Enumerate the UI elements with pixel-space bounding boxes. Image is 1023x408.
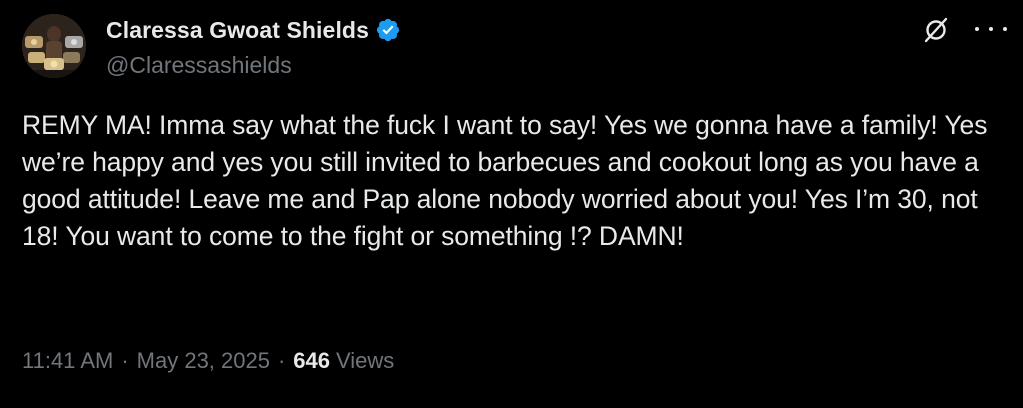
display-name[interactable]: Claressa Gwoat Shields (106, 15, 369, 45)
separator: · (121, 348, 129, 373)
more-dot-icon (1003, 27, 1007, 31)
separator: · (277, 348, 286, 373)
tweet-metadata: 11:41 AM · May 23, 2025 · 646 Views (22, 348, 394, 374)
verified-badge-icon[interactable] (375, 17, 401, 43)
tweet-card: Claressa Gwoat Shields @Claressashields (0, 0, 1023, 408)
top-actions (921, 14, 1007, 44)
more-dot-icon (975, 27, 979, 31)
avatar-image (22, 14, 86, 78)
tweet-date[interactable]: May 23, 2025 (137, 348, 270, 374)
more-options-icon[interactable] (975, 14, 1007, 44)
avatar[interactable] (22, 14, 86, 78)
tweet-header: Claressa Gwoat Shields @Claressashields (22, 14, 401, 80)
grok-icon[interactable] (921, 14, 951, 44)
views-label: Views (336, 348, 395, 373)
display-name-row: Claressa Gwoat Shields (106, 15, 401, 45)
tweet-text: REMY MA! Imma say what the fuck I want t… (22, 110, 988, 251)
author-handle[interactable]: @Claressashields (106, 50, 401, 80)
more-dot-icon (989, 27, 993, 31)
author-names: Claressa Gwoat Shields @Claressashields (106, 14, 401, 80)
tweet-time[interactable]: 11:41 AM (22, 348, 113, 374)
views-count[interactable]: 646 (293, 348, 330, 374)
